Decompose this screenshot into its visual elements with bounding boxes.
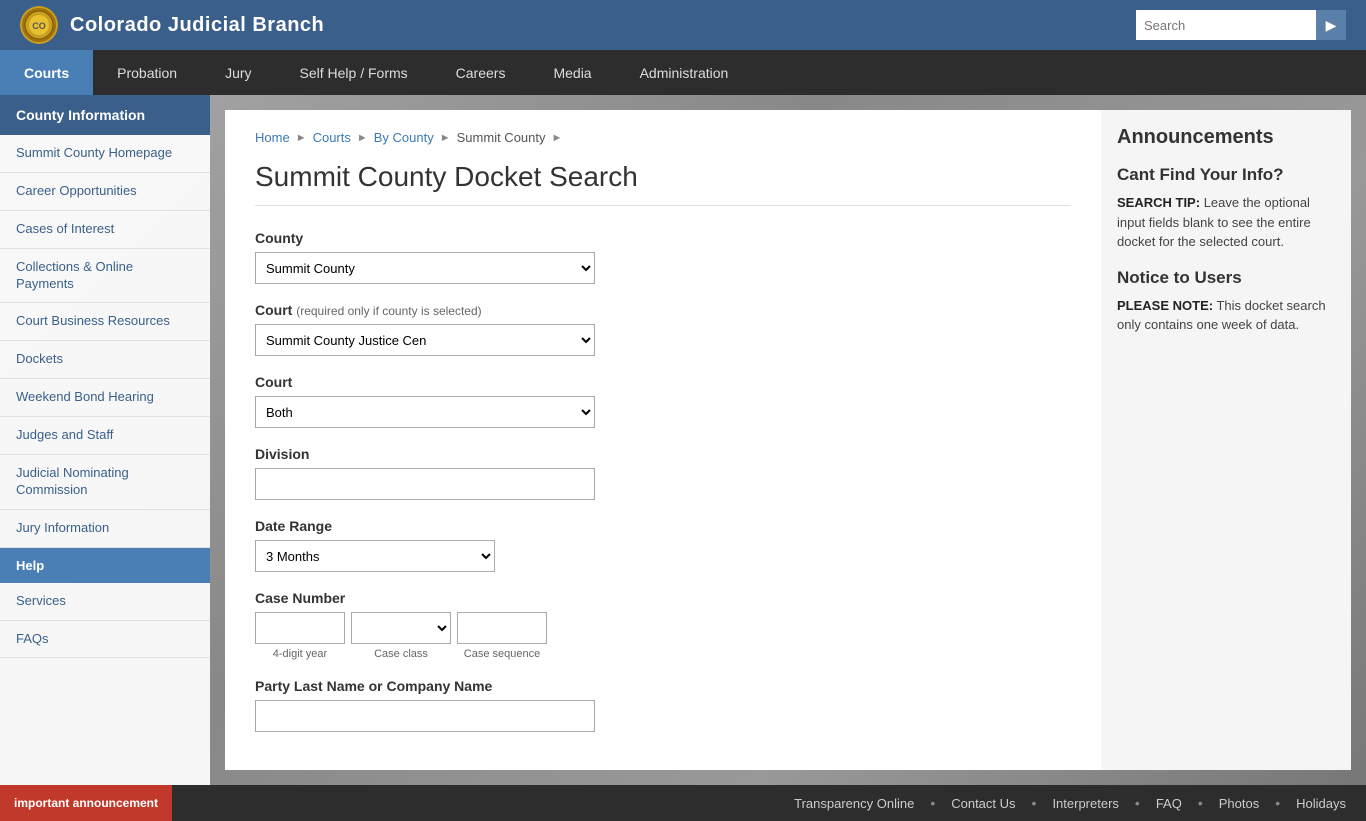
case-seq-col: Case sequence [457,612,547,660]
important-announcement-button[interactable]: important announcement [0,785,172,821]
footer-photos[interactable]: Photos [1219,796,1259,811]
sidebar-item-collections[interactable]: Collections & Online Payments [0,249,210,304]
division-group: Division [255,446,1071,500]
case-class-col: Case class [351,612,451,660]
court-select[interactable]: Both Criminal Civil [255,396,595,428]
sidebar-item-dockets[interactable]: Dockets [0,341,210,379]
page-body: County Information Summit County Homepag… [0,95,1366,785]
sidebar-item-weekend-bond[interactable]: Weekend Bond Hearing [0,379,210,417]
court-required-select[interactable]: Summit County Justice Cen [255,324,595,356]
party-name-label: Party Last Name or Company Name [255,678,1071,694]
county-select[interactable]: Summit County [255,252,595,284]
division-label: Division [255,446,1071,462]
svg-text:CO: CO [32,21,46,31]
county-group: County Summit County [255,230,1071,284]
breadcrumb-current: Summit County [457,130,546,145]
nav-careers[interactable]: Careers [432,50,530,95]
breadcrumb-arrow-1: ► [296,132,307,144]
search-area: ▶ [1136,10,1346,40]
footer-holidays[interactable]: Holidays [1296,796,1346,811]
sidebar-item-judges[interactable]: Judges and Staff [0,417,210,455]
nav-administration[interactable]: Administration [616,50,753,95]
nav-courts[interactable]: Courts [0,50,93,95]
cant-find-title: Cant Find Your Info? [1117,165,1335,185]
case-number-group: Case Number 4-digit year Case class [255,590,1071,660]
sidebar-help-header: Help [0,548,210,583]
nav-jury[interactable]: Jury [201,50,275,95]
sidebar-item-cases[interactable]: Cases of Interest [0,211,210,249]
nav-media[interactable]: Media [529,50,615,95]
search-tip-label: SEARCH TIP: [1117,195,1200,210]
county-label: County [255,230,1071,246]
breadcrumb-courts[interactable]: Courts [313,130,351,145]
footer-transparency[interactable]: Transparency Online [794,796,914,811]
court-label: Court [255,374,1071,390]
logo-area: CO Colorado Judicial Branch [20,6,324,44]
breadcrumb-arrow-3: ► [440,132,451,144]
page-title: Summit County Docket Search [255,161,1071,206]
please-note-text: PLEASE NOTE: This docket search only con… [1117,296,1335,335]
sidebar-header: County Information [0,95,210,135]
main-content: Home ► Courts ► By County ► Summit Count… [225,110,1101,770]
footer-interpreters[interactable]: Interpreters [1052,796,1118,811]
case-seq-label: Case sequence [464,648,540,660]
sidebar-item-judicial-nominating[interactable]: Judicial Nominating Commission [0,455,210,510]
court-group: Court Both Criminal Civil [255,374,1071,428]
case-year-input[interactable] [255,612,345,644]
sidebar-item-jury-info[interactable]: Jury Information [0,510,210,548]
breadcrumb-arrow-2: ► [357,132,368,144]
footer-contact[interactable]: Contact Us [951,796,1015,811]
nav-probation[interactable]: Probation [93,50,201,95]
content-wrapper: Home ► Courts ► By County ► Summit Count… [210,95,1366,785]
nav-selfhelp[interactable]: Self Help / Forms [276,50,432,95]
date-range-label: Date Range [255,518,1071,534]
sidebar-item-summit-homepage[interactable]: Summit County Homepage [0,135,210,173]
breadcrumb: Home ► Courts ► By County ► Summit Count… [255,130,1071,145]
logo-icon: CO [20,6,58,44]
sidebar-item-court-business[interactable]: Court Business Resources [0,303,210,341]
court-required-label: Court (required only if county is select… [255,302,1071,318]
footer-faq[interactable]: FAQ [1156,796,1182,811]
sidebar-item-faqs[interactable]: FAQs [0,621,210,659]
main-nav: Courts Probation Jury Self Help / Forms … [0,50,1366,95]
case-class-select[interactable] [351,612,451,644]
date-range-select[interactable]: 1 Month 2 Months 3 Months 6 Months 1 Yea… [255,540,495,572]
date-range-group: Date Range 1 Month 2 Months 3 Months 6 M… [255,518,1071,572]
breadcrumb-arrow-4: ► [552,132,563,144]
sidebar-item-services[interactable]: Services [0,583,210,621]
search-input[interactable] [1136,10,1316,40]
court-required-group: Court (required only if county is select… [255,302,1071,356]
announcements-title: Announcements [1117,126,1335,149]
please-note-label: PLEASE NOTE: [1117,298,1213,313]
breadcrumb-home[interactable]: Home [255,130,290,145]
case-class-label: Case class [374,648,428,660]
case-year-col: 4-digit year [255,612,345,660]
party-name-input[interactable] [255,700,595,732]
breadcrumb-by-county[interactable]: By County [374,130,434,145]
top-header: CO Colorado Judicial Branch ▶ [0,0,1366,50]
party-name-group: Party Last Name or Company Name [255,678,1071,732]
sidebar: County Information Summit County Homepag… [0,95,210,785]
case-number-row: 4-digit year Case class Case sequence [255,612,1071,660]
footer: important announcement Transparency Onli… [0,785,1366,821]
case-number-label: Case Number [255,590,1071,606]
search-button[interactable]: ▶ [1316,10,1346,40]
notice-title: Notice to Users [1117,268,1335,288]
right-panel: Announcements Cant Find Your Info? SEARC… [1101,110,1351,770]
search-tip-text: SEARCH TIP: Leave the optional input fie… [1117,193,1335,252]
case-year-label: 4-digit year [273,648,327,660]
division-input[interactable] [255,468,595,500]
case-seq-input[interactable] [457,612,547,644]
site-title: Colorado Judicial Branch [70,14,324,37]
sidebar-item-career[interactable]: Career Opportunities [0,173,210,211]
court-required-note: (required only if county is selected) [296,304,481,318]
